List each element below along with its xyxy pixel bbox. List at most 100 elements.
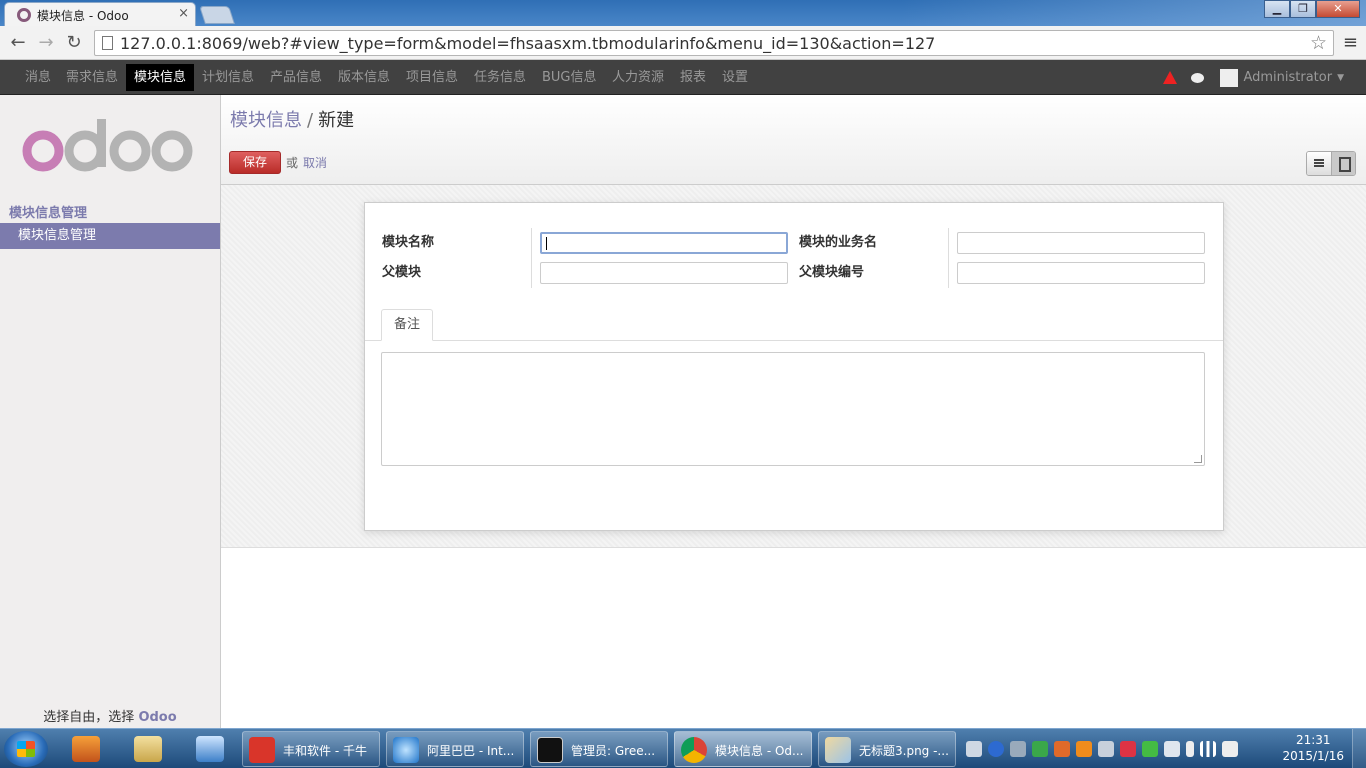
help-icon[interactable] [988, 741, 1004, 757]
windows-logo-icon [17, 741, 35, 757]
tray-app-icon[interactable] [1142, 741, 1158, 757]
tray-app-icon[interactable] [1054, 741, 1070, 757]
menu-item-modules[interactable]: 模块信息 [126, 64, 195, 91]
windows-taskbar: 丰和软件 - 千牛 阿里巴巴 - Int... 管理员: Gree... 模块信… [0, 728, 1366, 768]
back-arrow-icon[interactable]: ← [6, 31, 30, 55]
notebook-tab-strip [365, 340, 1223, 341]
qianniu-icon [249, 737, 275, 763]
column-divider [948, 228, 949, 288]
sidebar-item-module-management[interactable]: 模块信息管理 [0, 223, 220, 249]
save-button[interactable]: 保存 [229, 151, 281, 174]
module-name-input[interactable] [540, 232, 788, 254]
taskbar-item-label: 无标题3.png -... [859, 744, 949, 758]
parent-module-code-input[interactable] [957, 262, 1205, 284]
show-desktop-button[interactable] [1352, 729, 1366, 768]
chrome-icon [681, 737, 707, 763]
menu-item-versions[interactable]: 版本信息 [330, 64, 398, 91]
menu-item-settings[interactable]: 设置 [714, 64, 756, 91]
form-view-icon[interactable] [1331, 152, 1355, 175]
taskbar-item-label: 阿里巴巴 - Int... [427, 744, 515, 758]
odoo-favicon-icon [17, 8, 31, 22]
parent-module-input[interactable] [540, 262, 788, 284]
tab-close-icon[interactable]: × [178, 6, 189, 21]
menu-item-bugs[interactable]: BUG信息 [534, 64, 605, 91]
system-tray [966, 737, 1238, 761]
bookmark-star-icon[interactable]: ☆ [1310, 32, 1327, 54]
menu-item-requirements[interactable]: 需求信息 [58, 64, 126, 91]
volume-muted-icon[interactable] [1222, 741, 1238, 757]
taskbar-item-cmd[interactable]: 管理员: Gree... [530, 731, 668, 767]
minimize-button[interactable]: ▁ [1264, 0, 1290, 18]
menu-item-plans[interactable]: 计划信息 [194, 64, 262, 91]
tray-app-icon[interactable] [1098, 741, 1114, 757]
keyboard-icon[interactable] [966, 741, 982, 757]
plane-icon [196, 736, 224, 762]
tab-notes[interactable]: 备注 [381, 309, 433, 341]
taskbar-item-chrome[interactable]: 模块信息 - Od... [674, 731, 812, 767]
list-view-icon[interactable] [1307, 152, 1331, 175]
browser-tab-strip: 模块信息 - Odoo × ▁ ❐ ✕ [0, 0, 1366, 26]
tray-arrow-icon[interactable] [1010, 741, 1026, 757]
pinned-media-player[interactable] [58, 732, 114, 766]
window-controls: ▁ ❐ ✕ [1264, 0, 1360, 18]
menu-item-tasks[interactable]: 任务信息 [466, 64, 534, 91]
system-clock[interactable]: 21:31 2015/1/16 [1282, 732, 1344, 764]
browser-menu-icon[interactable]: ≡ [1343, 32, 1358, 53]
menu-item-products[interactable]: 产品信息 [262, 64, 330, 91]
browser-tab-active[interactable]: 模块信息 - Odoo × [4, 2, 196, 26]
user-name[interactable]: Administrator [1243, 70, 1332, 85]
resize-handle-icon[interactable] [1194, 455, 1202, 463]
or-label: 或 [286, 156, 299, 170]
taskbar-item-qianniu[interactable]: 丰和软件 - 千牛 [242, 731, 380, 767]
pinned-explorer[interactable] [120, 732, 176, 766]
ie-icon [393, 737, 419, 763]
discard-link[interactable]: 取消 [303, 154, 327, 171]
address-url[interactable]: 127.0.0.1:8069/web?#view_type=form&model… [120, 34, 935, 53]
terminal-icon [537, 737, 563, 763]
menu-item-messages[interactable]: 消息 [17, 64, 59, 91]
pinned-app-plane[interactable] [182, 732, 238, 766]
forward-arrow-icon[interactable]: → [34, 31, 58, 55]
address-bar[interactable]: 127.0.0.1:8069/web?#view_type=form&model… [94, 30, 1334, 56]
paint-icon [825, 737, 851, 763]
browser-toolbar: ← → ↻ 127.0.0.1:8069/web?#view_type=form… [0, 26, 1366, 60]
chat-icon[interactable] [1191, 72, 1205, 83]
tray-app-icon[interactable] [1120, 741, 1136, 757]
warning-icon[interactable] [1163, 71, 1178, 84]
field-label-parent-module: 父模块 [382, 265, 422, 280]
new-tab-button[interactable] [199, 6, 235, 24]
shield-icon[interactable] [1032, 741, 1048, 757]
column-divider [531, 228, 532, 288]
tray-app-icon[interactable] [1164, 741, 1180, 757]
media-player-icon [72, 736, 100, 762]
maximize-button[interactable]: ❐ [1290, 0, 1316, 18]
network-signal-icon[interactable] [1200, 741, 1216, 757]
window-close-button[interactable]: ✕ [1316, 0, 1360, 18]
clock-date: 2015/1/16 [1282, 749, 1344, 763]
tray-app-icon[interactable] [1076, 741, 1092, 757]
battery-icon[interactable] [1186, 741, 1194, 757]
avatar[interactable] [1220, 68, 1239, 87]
business-name-input[interactable] [957, 232, 1205, 254]
footer-brand-link[interactable]: Odoo [138, 710, 176, 725]
footer-text: 选择自由，选择 [43, 710, 135, 725]
menu-item-reports[interactable]: 报表 [672, 64, 714, 91]
caret-down-icon[interactable]: ▼ [1337, 73, 1344, 83]
user-area: Administrator ▼ [1163, 60, 1344, 95]
menu-item-projects[interactable]: 项目信息 [398, 64, 466, 91]
folder-icon [134, 736, 162, 762]
sidebar-footer: 选择自由，选择 Odoo [0, 706, 220, 725]
sidebar-section-title: 模块信息管理 [9, 206, 88, 221]
menu-item-hr[interactable]: 人力资源 [604, 64, 672, 91]
start-button[interactable] [4, 731, 48, 767]
form-sheet: 模块名称 父模块 模块的业务名 父模块编号 备注 [364, 202, 1224, 531]
notes-textarea[interactable] [381, 352, 1205, 466]
taskbar-item-paint[interactable]: 无标题3.png -... [818, 731, 956, 767]
text-cursor [546, 237, 547, 250]
field-label-module-name: 模块名称 [382, 235, 435, 250]
odoo-logo[interactable] [22, 115, 197, 185]
breadcrumb-parent-link[interactable]: 模块信息 [230, 110, 302, 131]
form-background: 模块名称 父模块 模块的业务名 父模块编号 备注 [221, 185, 1366, 548]
taskbar-item-ie[interactable]: 阿里巴巴 - Int... [386, 731, 524, 767]
reload-icon[interactable]: ↻ [62, 31, 86, 55]
